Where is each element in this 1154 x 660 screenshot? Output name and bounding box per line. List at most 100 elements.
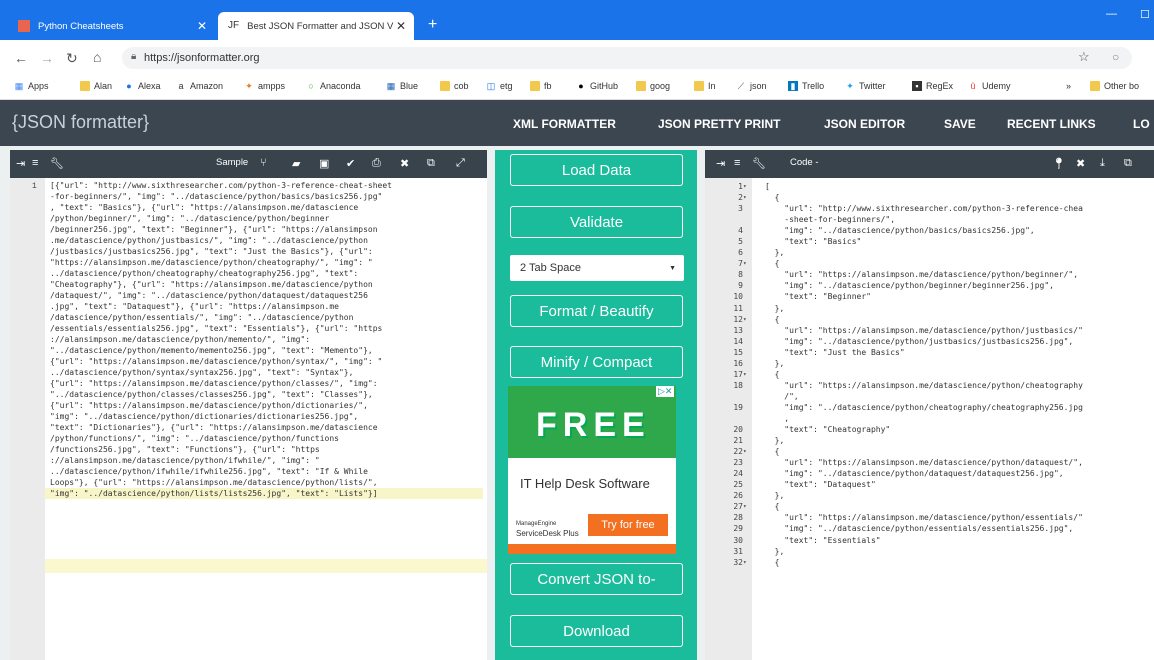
site-logo[interactable]: {JSON formatter} <box>12 112 149 133</box>
reload-icon[interactable]: ↻ <box>66 50 78 67</box>
active-line-highlight <box>45 559 487 573</box>
maximize-window-icon[interactable]: ☐ <box>1140 8 1150 21</box>
bookmark-json[interactable]: ⟋ json <box>736 81 767 91</box>
tab-json-formatter[interactable]: JF Best JSON Formatter and JSON V ✕ <box>218 12 414 40</box>
wrench-icon[interactable]: 🔧︎ <box>752 157 766 170</box>
home-icon[interactable]: ⌂ <box>93 49 101 65</box>
bookmark-apps[interactable]: ▦ Apps <box>14 81 49 91</box>
extension-icon[interactable]: ○ <box>1112 50 1119 64</box>
bookmark-ampps[interactable]: ✦ ampps <box>244 81 285 91</box>
tab-space-value: 2 Tab Space <box>520 262 581 274</box>
code-line: "../datascience/python/classes/classes25… <box>50 390 373 399</box>
bookmark-blue[interactable]: ▦ Blue <box>386 81 418 91</box>
new-tab-button[interactable]: + <box>428 16 437 34</box>
fold-toggle-icon[interactable]: ▾ <box>743 192 753 203</box>
indent-icon[interactable]: ⇥ <box>716 157 725 170</box>
validate-check-icon[interactable]: ✔ <box>346 157 355 170</box>
format-beautify-button[interactable]: Format / Beautify <box>510 295 683 327</box>
omnibox[interactable] <box>122 47 1132 69</box>
clear-icon[interactable]: ✖ <box>400 157 409 170</box>
print-icon[interactable]: ⎙ <box>372 157 381 170</box>
load-data-button[interactable]: Load Data <box>510 154 683 186</box>
ad-try-free-button[interactable]: Try for free <box>588 514 668 536</box>
line-number: 12 <box>733 314 743 324</box>
fold-toggle-icon[interactable]: ▾ <box>743 369 753 380</box>
validate-button[interactable]: Validate <box>510 206 683 238</box>
indent-icon[interactable]: ⇥ <box>16 157 25 170</box>
copy-icon[interactable]: ⧉ <box>1124 157 1132 170</box>
download-button[interactable]: Download <box>510 615 683 647</box>
bookmark-twitter[interactable]: ✦ Twitter <box>845 81 885 91</box>
bookmark-other[interactable]: Other bo <box>1090 81 1139 91</box>
bookmark-amazon[interactable]: a Amazon <box>176 81 223 91</box>
tab-title: Python Cheatsheets <box>38 20 124 32</box>
tab-python-cheatsheets[interactable]: Python Cheatsheets ✕ <box>8 12 215 40</box>
bookmark-fb[interactable]: fb <box>530 81 552 91</box>
bookmark-trello[interactable]: ▮ Trello <box>788 81 824 91</box>
bookmark-star-icon[interactable]: ☆ <box>1078 49 1090 65</box>
nav-xml-formatter[interactable]: XML FORMATTER <box>513 117 616 131</box>
minify-compact-button[interactable]: Minify / Compact <box>510 346 683 378</box>
fold-toggle-icon[interactable]: ▾ <box>743 258 753 269</box>
url-text[interactable]: https://jsonformatter.org <box>144 52 260 64</box>
fold-toggle-icon[interactable]: ▾ <box>743 181 753 192</box>
line-number: 1 <box>738 182 743 191</box>
sample-button[interactable]: Sample <box>216 157 248 168</box>
save-icon[interactable]: ▣ <box>319 157 329 170</box>
line-number: 25 <box>733 480 743 490</box>
pin-icon[interactable]: 📍︎ <box>1052 157 1066 170</box>
close-tab-icon[interactable]: ✕ <box>396 19 406 33</box>
tab-space-select[interactable]: 2 Tab Space ▼ <box>510 255 684 281</box>
advertisement[interactable]: FREE ▷✕ IT Help Desk Software ManageEngi… <box>508 386 676 554</box>
line-number: 31 <box>733 546 743 556</box>
copy-icon[interactable]: ⧉ <box>427 157 435 170</box>
download-icon[interactable]: ⤓ <box>1100 157 1105 170</box>
nav-json-editor[interactable]: JSON EDITOR <box>824 117 905 131</box>
output-code[interactable]: 1 ▾[2 ▾ {3 "url": "http://www.sixthresearc… <box>705 181 1154 568</box>
bookmark-in[interactable]: In <box>694 81 716 91</box>
bookmark-etg[interactable]: ◫ etg <box>486 81 513 91</box>
nav-recent-links[interactable]: RECENT LINKS <box>1007 117 1096 131</box>
format-lines-icon[interactable]: ≡ <box>734 157 740 169</box>
format-lines-icon[interactable]: ≡ <box>32 157 38 169</box>
code-mode-select[interactable]: Code - <box>790 157 819 168</box>
bookmark-alexa[interactable]: ● Alexa <box>124 81 160 91</box>
fold-toggle-icon[interactable]: ▾ <box>743 446 753 457</box>
bookmark-cob[interactable]: cob <box>440 81 469 91</box>
etg-icon: ◫ <box>486 81 496 91</box>
line-number: 9 <box>738 281 743 291</box>
ad-choices-icon[interactable]: ▷✕ <box>656 386 675 397</box>
code-line: "Cheatography"}, {"url": "https://alansi… <box>50 280 373 289</box>
forward-icon[interactable]: → <box>40 50 54 66</box>
bookmark-regex[interactable]: ▪ RegEx <box>912 81 953 91</box>
nav-login[interactable]: LO <box>1133 117 1150 131</box>
code-text: "img": "../datascience/python/beginner/b… <box>765 281 1054 291</box>
fullscreen-icon[interactable]: ⤢ <box>456 157 465 170</box>
fold-toggle-icon[interactable]: ▾ <box>743 557 753 568</box>
clear-icon[interactable]: ✖ <box>1076 157 1085 170</box>
fold-toggle-icon[interactable]: ▾ <box>743 314 753 325</box>
bookmarks-overflow-button[interactable]: » <box>1066 81 1071 91</box>
code-row: 17 ▾ { <box>705 369 1154 380</box>
bookmark-alan[interactable]: Alan <box>80 81 112 91</box>
fold-toggle-icon <box>743 247 753 258</box>
input-code[interactable]: [{"url": "http://www.sixthresearcher.com… <box>45 180 483 499</box>
bookmark-udemy[interactable]: û Udemy <box>968 81 1010 91</box>
convert-json-button[interactable]: Convert JSON to- <box>510 563 683 595</box>
back-icon[interactable]: ← <box>14 50 28 66</box>
minimize-window-icon[interactable]: — <box>1106 8 1117 20</box>
nav-json-pretty-print[interactable]: JSON PRETTY PRINT <box>658 117 780 131</box>
share-icon[interactable]: ⑂ <box>260 157 267 169</box>
nav-save[interactable]: SAVE <box>944 117 976 131</box>
bookmark-anaconda[interactable]: ○ Anaconda <box>306 81 360 91</box>
line-number: 10 <box>733 292 743 302</box>
open-folder-icon[interactable]: ▰ <box>292 157 300 170</box>
code-text: "text": "Just the Basics" <box>765 347 905 357</box>
bookmark-github[interactable]: ● GitHub <box>576 81 618 91</box>
bookmark-goog[interactable]: goog <box>636 81 670 91</box>
fold-toggle-icon <box>743 546 753 557</box>
wrench-icon[interactable]: 🔧︎ <box>50 157 64 170</box>
fold-toggle-icon[interactable]: ▾ <box>743 501 753 512</box>
close-tab-icon[interactable]: ✕ <box>197 19 207 33</box>
fold-toggle-icon <box>743 291 753 302</box>
